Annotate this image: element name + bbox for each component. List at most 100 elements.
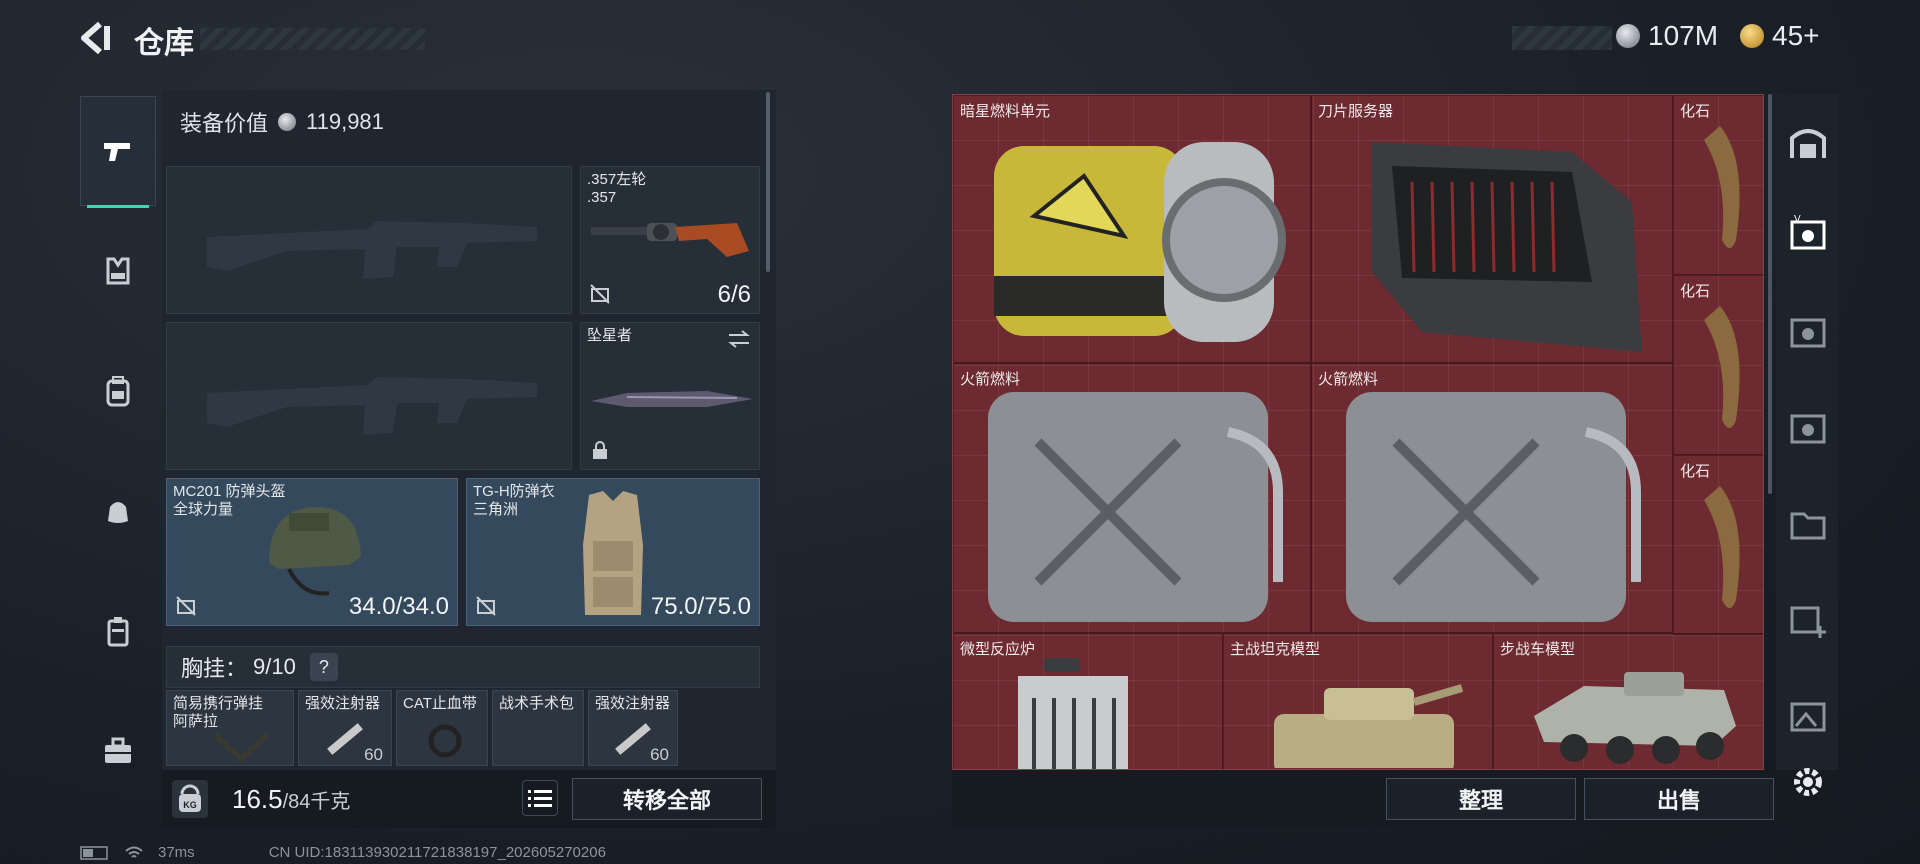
- wifi-icon: [125, 846, 143, 858]
- tab-storage-6[interactable]: [1786, 694, 1830, 738]
- carry-weight: 16.5/84千克: [232, 784, 350, 815]
- gold-amount: 45+: [1772, 20, 1820, 51]
- reactor-image: [1018, 658, 1128, 769]
- rifle-silhouette-icon: [207, 377, 537, 435]
- tab-pouch[interactable]: [80, 456, 156, 566]
- tab-backpack[interactable]: [80, 336, 156, 446]
- armor-maker: 三角洲: [473, 501, 519, 518]
- helmet-slot[interactable]: MC201 防弹头盔 全球力量 34.0/34.0: [166, 478, 458, 626]
- armor-durability: 75.0/75.0: [650, 593, 751, 620]
- storage-item-rocket-fuel-1[interactable]: 火箭燃料: [953, 363, 1311, 633]
- ifv-model-image: [1534, 672, 1736, 764]
- item-name: 刀片服务器: [1318, 103, 1394, 120]
- sidearm-slot[interactable]: .357左轮 .357 6/6: [580, 166, 760, 314]
- list-icon: [528, 790, 552, 807]
- battery-icon: [80, 845, 108, 860]
- tab-storage-1[interactable]: V: [1786, 212, 1830, 256]
- chest-rig-count: 9/10: [253, 654, 296, 679]
- storage-item-fuel-cell[interactable]: 暗星燃料单元: [953, 95, 1311, 363]
- storage-item-micro-reactor[interactable]: 微型反应炉: [953, 633, 1223, 769]
- page-title: 仓库: [134, 27, 194, 60]
- tourniquet-image: [428, 724, 462, 758]
- image-storage-icon: [1790, 702, 1826, 732]
- chest-item-surgery-kit[interactable]: 战术手术包: [492, 690, 584, 766]
- storage-extension-icon: [1790, 318, 1826, 348]
- sell-button[interactable]: 出售: [1584, 778, 1774, 820]
- chest-item-injector-2[interactable]: 强效注射器 60: [588, 690, 678, 766]
- fuel-cell-image: [994, 142, 1286, 342]
- chest-item-tourniquet[interactable]: CAT止血带: [396, 690, 488, 766]
- tab-rig[interactable]: [80, 216, 156, 326]
- chest-item-rig[interactable]: 简易携行弹挂 阿萨拉: [166, 690, 294, 766]
- list-view-button[interactable]: [522, 780, 558, 816]
- tab-toolbox[interactable]: [80, 696, 156, 806]
- warehouse-icon: [1790, 129, 1826, 158]
- item-name: 战术手术包: [499, 695, 575, 712]
- kg-label: KG: [183, 800, 197, 810]
- revolver-image: [591, 223, 749, 257]
- no-durability-icon: [590, 284, 610, 304]
- storage-item-fossil-1[interactable]: 化石: [1673, 95, 1763, 275]
- equipment-scrollbar[interactable]: [766, 92, 770, 272]
- chest-item-injector-1[interactable]: 强效注射器 60: [298, 690, 392, 766]
- storage-item-blade-server[interactable]: 刀片服务器: [1311, 95, 1673, 363]
- backpack-icon: [106, 376, 130, 407]
- equipment-value: 装备价值 119,981: [180, 106, 384, 138]
- storage-item-rocket-fuel-2[interactable]: 火箭燃料: [1311, 363, 1673, 633]
- body-armor-image: [583, 491, 643, 615]
- tab-weapons[interactable]: [80, 96, 156, 208]
- sidearm-caliber: .357: [587, 189, 617, 206]
- helmet-image: [269, 507, 361, 596]
- back-arrow-icon: [81, 21, 110, 55]
- melee-slot[interactable]: 坠星者: [580, 322, 760, 470]
- silver-coin-icon: [1616, 24, 1640, 48]
- transfer-all-button[interactable]: 转移全部: [572, 778, 762, 820]
- silver-currency[interactable]: 107M: [1616, 20, 1718, 52]
- gold-currency[interactable]: 45+: [1740, 20, 1820, 52]
- back-button[interactable]: [80, 20, 114, 56]
- chest-rig-icon: [106, 257, 130, 285]
- currency-decoration: [1512, 26, 1612, 50]
- rig-strap-image: [213, 733, 269, 763]
- tab-case[interactable]: [80, 576, 156, 686]
- armor-slot[interactable]: TG-H防弹衣 三角洲 75.0/75.0: [466, 478, 760, 626]
- tab-storage-3[interactable]: [1786, 406, 1830, 450]
- item-name: 强效注射器: [305, 695, 381, 712]
- tab-storage-5[interactable]: [1786, 598, 1830, 642]
- equipment-value-label: 装备价值: [180, 111, 269, 136]
- sort-button[interactable]: 整理: [1386, 778, 1576, 820]
- item-name: 化石: [1680, 463, 1711, 480]
- storage-extension-icon: [1790, 414, 1826, 444]
- storage-scrollbar[interactable]: [1768, 94, 1772, 494]
- item-quantity: 60: [364, 745, 383, 764]
- pistol-icon: [104, 143, 130, 161]
- item-quantity: 60: [650, 745, 669, 764]
- folder-icon: [1790, 512, 1826, 540]
- jerry-can-image: [1346, 392, 1641, 622]
- tab-storage-4[interactable]: [1786, 502, 1830, 546]
- item-name: 强效注射器: [595, 695, 671, 712]
- svg-text:V: V: [1794, 214, 1801, 225]
- storage-item-fossil-2[interactable]: 化石: [1673, 275, 1763, 455]
- storage-item-tank-model[interactable]: 主战坦克模型: [1223, 633, 1493, 769]
- help-button[interactable]: ?: [309, 653, 338, 681]
- storage-item-ifv-model[interactable]: 步战车模型: [1493, 633, 1763, 769]
- primary-weapon-slot-1[interactable]: [166, 166, 572, 314]
- primary-weapon-slot-2[interactable]: [166, 322, 572, 470]
- tank-model-image: [1274, 684, 1464, 768]
- gear-icon[interactable]: [1790, 764, 1826, 800]
- storage-item-fossil-3[interactable]: 化石: [1673, 455, 1763, 635]
- swap-icon[interactable]: [727, 329, 751, 349]
- status-bar: 37ms CN UID:18311393021172183819​7_20260…: [80, 844, 606, 861]
- ping: 37ms: [158, 844, 195, 861]
- item-name: 暗星燃料单元: [960, 103, 1051, 120]
- helmet-durability: 34.0/34.0: [348, 593, 449, 620]
- tab-storage-2[interactable]: [1786, 310, 1830, 354]
- melee-name: 坠星者: [587, 327, 633, 344]
- tab-storage-main[interactable]: [1786, 120, 1830, 164]
- lock-icon: [593, 441, 607, 459]
- blade-server-image: [1372, 142, 1642, 352]
- item-name: 简易携行弹挂: [173, 695, 264, 712]
- weight-icon: KG: [172, 780, 208, 818]
- user-uid: CN UID:18311393021172183819​7_2026052702…: [268, 844, 606, 861]
